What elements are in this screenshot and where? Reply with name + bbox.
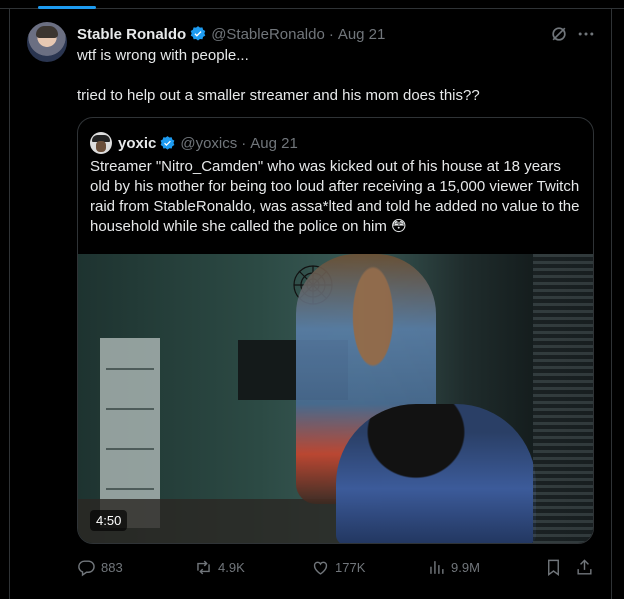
author-avatar[interactable] bbox=[27, 22, 67, 62]
quote-text: Streamer "Nitro_Camden" who was kicked o… bbox=[90, 158, 580, 235]
bookmark-button[interactable] bbox=[544, 556, 563, 578]
reply-button[interactable]: 883 bbox=[77, 556, 123, 578]
author-handle[interactable]: @StableRonaldo bbox=[211, 26, 325, 43]
quote-date[interactable]: Aug 21 bbox=[250, 135, 298, 152]
view-count: 9.9M bbox=[451, 559, 480, 575]
video-person bbox=[336, 404, 536, 543]
share-icon bbox=[577, 558, 592, 575]
like-count: 177K bbox=[335, 559, 366, 575]
repost-count: 4.9K bbox=[218, 559, 245, 575]
right-border bbox=[611, 8, 612, 599]
share-button[interactable] bbox=[575, 556, 594, 578]
views-icon bbox=[430, 560, 444, 574]
separator-dot: · bbox=[328, 25, 334, 43]
more-dots-icon[interactable] bbox=[576, 24, 596, 44]
repost-icon bbox=[197, 560, 210, 574]
quote-header: yoxic @yoxics · Aug 21 bbox=[118, 133, 298, 153]
heart-icon bbox=[313, 561, 328, 575]
verified-badge-icon[interactable] bbox=[189, 25, 207, 43]
bookmark-icon bbox=[548, 559, 559, 576]
author-display-name[interactable]: Stable Ronaldo bbox=[77, 26, 186, 43]
quoted-tweet-card[interactable]: yoxic @yoxics · Aug 21 Streamer "Nitro_C… bbox=[77, 117, 594, 544]
repost-button[interactable]: 4.9K bbox=[194, 556, 245, 578]
like-button[interactable]: 177K bbox=[311, 556, 365, 578]
quote-author-handle[interactable]: @yoxics bbox=[180, 135, 237, 152]
left-border bbox=[9, 8, 10, 599]
video-duration: 4:50 bbox=[90, 510, 128, 531]
reply-count: 883 bbox=[101, 559, 123, 575]
active-tab-indicator bbox=[38, 6, 96, 9]
tweet-text-line: wtf is wrong with people... bbox=[77, 47, 249, 64]
tweet-date[interactable]: Aug 21 bbox=[338, 26, 386, 43]
tweet-header: Stable Ronaldo @StableRonaldo · Aug 21 bbox=[77, 24, 385, 44]
quote-author-display-name[interactable]: yoxic bbox=[118, 135, 156, 152]
verified-badge-icon[interactable] bbox=[159, 135, 176, 152]
quote-author-avatar[interactable] bbox=[90, 132, 112, 154]
tweet-text-line: tried to help out a smaller streamer and… bbox=[77, 87, 480, 104]
video-blinds bbox=[533, 254, 593, 543]
tweet-actions: 883 4.9K 177K 9.9M bbox=[77, 556, 597, 578]
tweet-text: wtf is wrong with people... tried to hel… bbox=[77, 46, 597, 106]
views-button[interactable]: 9.9M bbox=[427, 556, 480, 578]
grok-icon[interactable] bbox=[549, 24, 569, 44]
video-player[interactable]: 4:50 bbox=[78, 254, 593, 543]
reply-icon bbox=[78, 559, 95, 576]
separator-dot: · bbox=[241, 134, 247, 152]
